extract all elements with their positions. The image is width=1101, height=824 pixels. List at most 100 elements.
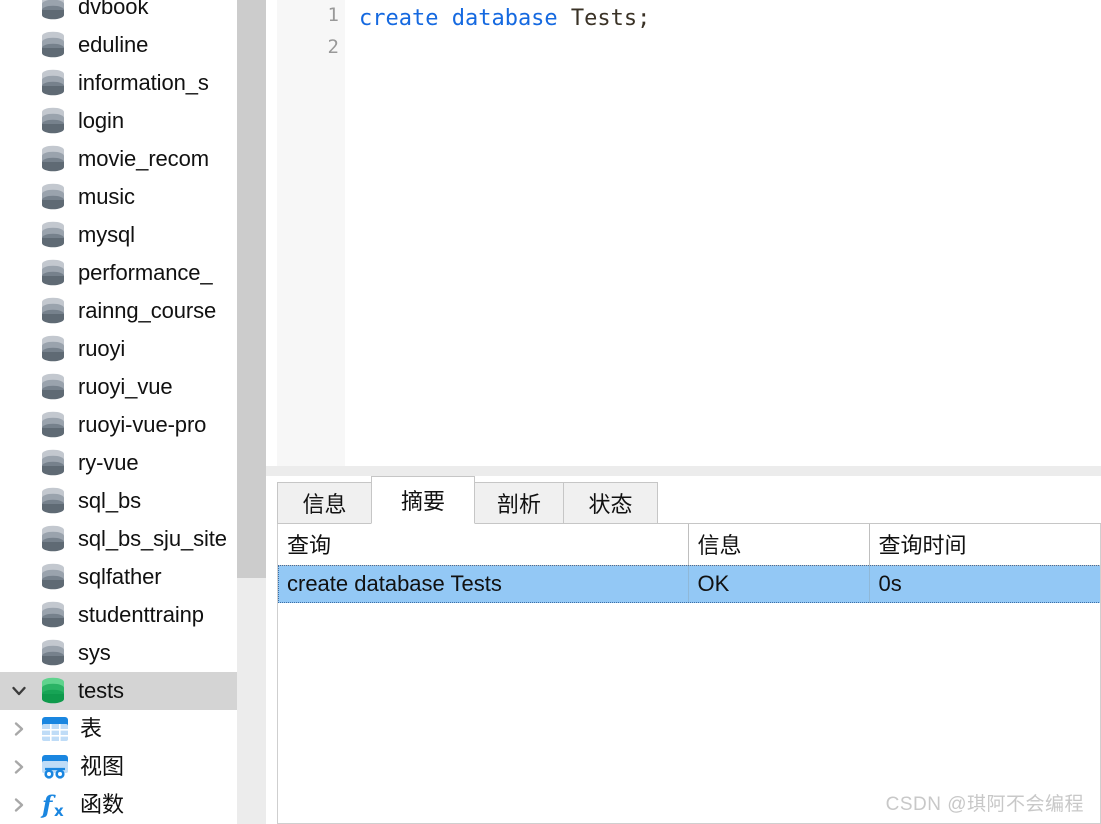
database-icon xyxy=(38,0,68,21)
result-grid-container[interactable]: 查询 信息 查询时间 create database Tests OK 0s xyxy=(277,524,1101,824)
column-header-query-time[interactable]: 查询时间 xyxy=(869,524,1100,566)
database-icon xyxy=(38,449,68,477)
result-panel: 信息 摘要 剖析 状态 查询 信息 查询时间 create database Test… xyxy=(266,476,1101,824)
sidebar-item-label: performance_ xyxy=(78,260,213,285)
column-header-query[interactable]: 查询 xyxy=(278,524,689,566)
sidebar-item-dvbook[interactable]: dvbook xyxy=(0,0,237,26)
sidebar-child-item-table[interactable]: 表 xyxy=(0,710,237,748)
sidebar-item-label: sql_bs xyxy=(78,488,141,513)
csdn-watermark: CSDN @琪阿不会编程 xyxy=(885,794,1084,815)
tab-4[interactable]: 状态 xyxy=(563,482,658,524)
tab-label: 摘要 xyxy=(400,489,445,514)
line-number: 2 xyxy=(327,36,339,58)
tab-2[interactable]: 摘要 xyxy=(371,476,475,524)
database-icon xyxy=(38,487,68,515)
tab-label: 剖析 xyxy=(496,492,541,517)
table-cell[interactable]: OK xyxy=(688,565,870,603)
tab-3[interactable]: 剖析 xyxy=(474,482,564,524)
chevron-down-icon[interactable] xyxy=(0,682,38,700)
navicat-window: dvbook eduline information_slogin movie_rec… xyxy=(0,0,1101,824)
sidebar-item-login[interactable]: login xyxy=(0,102,237,140)
table-row[interactable]: create database Tests OK 0s xyxy=(278,565,1100,603)
database-icon xyxy=(38,677,68,705)
sidebar-item-performance-[interactable]: performance_ xyxy=(0,254,237,292)
sidebar-child-label: 视图 xyxy=(80,754,125,779)
sidebar-item-label: sql_bs_sju_site xyxy=(78,526,227,551)
sidebar-item-ry-vue[interactable]: ry-vue xyxy=(0,444,237,482)
sidebar-scrollbar-thumb[interactable] xyxy=(237,0,266,578)
sidebar-child-label: 函数 xyxy=(80,792,125,817)
sidebar-item-label: sqlfather xyxy=(78,564,162,589)
database-icon xyxy=(38,259,68,287)
sql-identifier: Tests; xyxy=(557,6,651,31)
sidebar-item-tests[interactable]: tests xyxy=(0,672,237,710)
table-cell[interactable]: create database Tests xyxy=(278,565,689,603)
database-tree-sidebar[interactable]: dvbook eduline information_slogin movie_rec… xyxy=(0,0,237,824)
chevron-right-icon[interactable] xyxy=(0,758,38,776)
database-tree-list: dvbook eduline information_slogin movie_rec… xyxy=(0,0,237,824)
table-cell[interactable]: 0s xyxy=(869,565,1100,603)
sidebar-item-rainng-course[interactable]: rainng_course xyxy=(0,292,237,330)
sidebar-item-studenttrainp[interactable]: studenttrainp xyxy=(0,596,237,634)
sidebar-item-label: sys xyxy=(78,640,111,665)
function-fx-icon: fx xyxy=(38,790,72,820)
sidebar-item-information-s[interactable]: information_s xyxy=(0,64,237,102)
result-table[interactable]: 查询 信息 查询时间 create database Tests OK 0s xyxy=(278,524,1100,603)
sql-editor[interactable]: 1 2 create database Tests; xyxy=(266,0,1101,466)
sidebar-item-label: music xyxy=(78,184,135,209)
view-icon xyxy=(38,752,72,782)
sidebar-child-item-function-fx[interactable]: f x 函数 xyxy=(0,786,237,824)
sidebar-child-label: 表 xyxy=(80,716,103,741)
sidebar-item-sqlfather[interactable]: sqlfather xyxy=(0,558,237,596)
sidebar-item-ruoyi[interactable]: ruoyi xyxy=(0,330,237,368)
chevron-right-icon[interactable] xyxy=(0,796,38,814)
database-icon xyxy=(38,31,68,59)
tab-1[interactable]: 信息 xyxy=(277,482,372,524)
column-header-message[interactable]: 信息 xyxy=(688,524,870,566)
sidebar-item-sql-bs-sju-site[interactable]: sql_bs_sju_site xyxy=(0,520,237,558)
sidebar-item-label: movie_recom xyxy=(78,146,209,171)
sidebar-child-item-view[interactable]: 视图 xyxy=(0,748,237,786)
sidebar-item-label: studenttrainp xyxy=(78,602,204,627)
database-icon xyxy=(38,601,68,629)
database-icon xyxy=(38,335,68,363)
sidebar-item-eduline[interactable]: eduline xyxy=(0,26,237,64)
sidebar-item-sql-bs[interactable]: sql_bs xyxy=(0,482,237,520)
table-body: create database Tests OK 0s xyxy=(278,565,1100,603)
sidebar-item-mysql[interactable]: mysql xyxy=(0,216,237,254)
sidebar-item-music[interactable]: music xyxy=(0,178,237,216)
database-icon xyxy=(38,525,68,553)
svg-text:x: x xyxy=(54,802,64,819)
editor-bottom-divider xyxy=(266,466,1101,476)
chevron-right-icon[interactable] xyxy=(0,720,38,738)
tab-label: 信息 xyxy=(302,492,347,517)
sidebar-item-label: tests xyxy=(78,678,124,703)
tab-label: 状态 xyxy=(588,492,633,517)
database-icon xyxy=(38,107,68,135)
database-icon xyxy=(38,411,68,439)
sidebar-item-ruoyi-vue-pro[interactable]: ruoyi-vue-pro xyxy=(0,406,237,444)
sql-code-text[interactable]: create database Tests; xyxy=(359,3,650,35)
sidebar-item-label: ruoyi xyxy=(78,336,126,361)
sidebar-item-sys[interactable]: sys xyxy=(0,634,237,672)
database-icon xyxy=(38,145,68,173)
sidebar-item-label: information_s xyxy=(78,70,209,95)
sidebar-item-label: dvbook xyxy=(78,0,149,19)
sidebar-item-label: ry-vue xyxy=(78,450,139,475)
database-icon xyxy=(38,297,68,325)
sidebar-item-label: eduline xyxy=(78,32,149,57)
sidebar-item-label: mysql xyxy=(78,222,135,247)
sidebar-item-label: rainng_course xyxy=(78,298,217,323)
database-icon xyxy=(38,373,68,401)
result-tab-bar[interactable]: 信息 摘要 剖析 状态 xyxy=(277,476,1101,524)
sidebar-item-label: login xyxy=(78,108,124,133)
database-icon xyxy=(38,221,68,249)
sidebar-item-movie-recom[interactable]: movie_recom xyxy=(0,140,237,178)
sidebar-item-label: ruoyi-vue-pro xyxy=(78,412,207,437)
database-icon xyxy=(38,639,68,667)
database-icon xyxy=(38,183,68,211)
table-icon xyxy=(38,714,72,744)
editor-line-number-gutter: 1 2 xyxy=(277,0,345,466)
sidebar-item-ruoyi-vue[interactable]: ruoyi_vue xyxy=(0,368,237,406)
line-number: 1 xyxy=(327,4,339,26)
